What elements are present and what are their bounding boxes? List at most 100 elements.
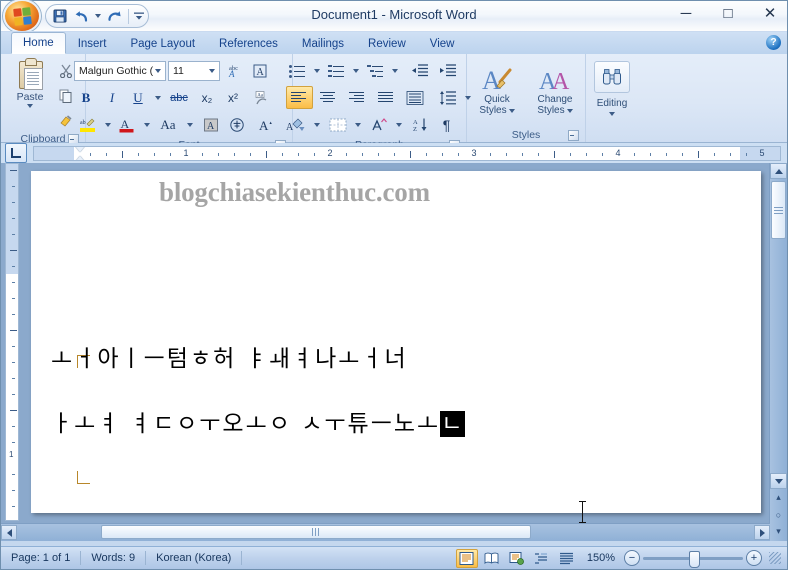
web-layout-view-button[interactable] <box>506 549 528 568</box>
previous-page-button[interactable]: ▴ <box>770 489 787 506</box>
vertical-scroll-thumb[interactable] <box>771 181 786 239</box>
ruler-number-5: 5 <box>759 147 765 158</box>
font-name-combo[interactable]: Malgun Gothic ( <box>74 60 166 81</box>
hanging-indent-marker[interactable] <box>75 155 85 160</box>
clear-formatting-button[interactable]: Aa <box>250 86 274 109</box>
vertical-ruler[interactable]: 1 <box>5 163 19 521</box>
tab-view[interactable]: View <box>418 34 467 54</box>
grow-font-button[interactable]: abc A <box>222 59 246 82</box>
outline-view-button[interactable] <box>531 549 553 568</box>
line-spacing-icon <box>439 90 456 105</box>
change-case-dropdown[interactable] <box>184 113 195 136</box>
maximize-button[interactable]: □ <box>715 3 741 23</box>
text-highlight-button[interactable]: ab <box>74 113 100 136</box>
line-spacing-button[interactable] <box>435 86 461 109</box>
enclose-characters-button[interactable] <box>225 113 249 136</box>
draft-view-button[interactable] <box>556 549 578 568</box>
resize-grip[interactable] <box>769 552 781 564</box>
word-count-status[interactable]: Words: 9 <box>81 549 145 567</box>
ruler-number-4: 4 <box>615 147 621 158</box>
zoom-slider-track[interactable] <box>643 550 743 568</box>
next-page-button[interactable]: ▾ <box>770 523 787 540</box>
font-color-dropdown[interactable] <box>141 113 152 136</box>
horizontal-scroll-thumb[interactable] <box>101 525 531 539</box>
align-left-button[interactable] <box>285 86 313 109</box>
change-case-button[interactable]: Aa <box>154 113 182 136</box>
show-formatting-marks-button[interactable]: ¶ <box>435 113 459 136</box>
font-color-button[interactable]: A <box>115 113 139 136</box>
asian-layout-button[interactable] <box>366 113 392 136</box>
underline-button[interactable]: U <box>126 86 150 109</box>
underline-dropdown[interactable] <box>152 86 163 109</box>
tab-page-layout[interactable]: Page Layout <box>118 34 207 54</box>
strikethrough-button[interactable]: abc <box>165 86 193 109</box>
multilevel-list-button[interactable] <box>364 59 388 82</box>
document-page[interactable]: blogchiasekienthuc.com ㅗㅓ아ㅣㅡ텀ㅎ허 ㅑㅙㅕ나ㅗㅓ너 … <box>31 171 761 523</box>
tab-insert[interactable]: Insert <box>66 34 119 54</box>
increase-font-size-button[interactable]: A <box>254 113 278 136</box>
subscript-button[interactable]: x₂ <box>195 86 219 109</box>
text-shading-button[interactable]: A <box>199 113 223 136</box>
borders-icon <box>329 118 346 131</box>
font-size-combo[interactable]: 11 <box>168 60 220 81</box>
chevron-down-icon <box>104 122 111 127</box>
zoom-level[interactable]: 150% <box>581 552 621 564</box>
tab-home[interactable]: Home <box>11 32 66 54</box>
numbering-button[interactable] <box>325 59 349 82</box>
tab-references[interactable]: References <box>207 34 290 54</box>
paste-button[interactable]: Paste <box>8 57 52 109</box>
horizontal-scrollbar[interactable] <box>1 523 770 541</box>
page-status[interactable]: Page: 1 of 1 <box>1 549 80 567</box>
minimize-button[interactable]: ─ <box>673 3 699 23</box>
change-styles-button[interactable]: A A Change Styles <box>528 61 582 117</box>
multilevel-list-dropdown[interactable] <box>390 59 401 82</box>
close-button[interactable]: ✕ <box>757 3 783 23</box>
borders-button[interactable] <box>325 113 351 136</box>
scroll-right-button[interactable] <box>754 525 770 540</box>
horizontal-ruler[interactable]: 1 2 3 4 5 <box>33 145 781 161</box>
superscript-button[interactable]: x² <box>221 86 245 109</box>
scroll-down-button[interactable] <box>770 473 787 489</box>
align-center-button[interactable] <box>315 86 342 109</box>
editing-button[interactable] <box>594 61 630 93</box>
align-right-button[interactable] <box>344 86 371 109</box>
justify-button[interactable] <box>373 86 400 109</box>
increase-indent-button[interactable] <box>435 59 461 82</box>
vertical-scrollbar[interactable]: ▴ ○ ▾ <box>769 163 787 541</box>
bold-button[interactable]: B <box>74 86 98 109</box>
numbering-dropdown[interactable] <box>351 59 362 82</box>
italic-button[interactable]: I <box>100 86 124 109</box>
scroll-left-button[interactable] <box>1 525 17 540</box>
bullets-button[interactable] <box>286 59 310 82</box>
tab-stop-selector[interactable] <box>5 143 27 163</box>
shrink-font-button[interactable]: A <box>248 59 272 82</box>
help-button[interactable]: ? <box>766 35 781 50</box>
quick-styles-label: Quick Styles <box>479 94 515 116</box>
grip-icon <box>312 528 320 536</box>
text-highlight-dropdown[interactable] <box>102 113 113 136</box>
full-screen-reading-icon <box>484 552 499 564</box>
asian-layout-dropdown[interactable] <box>394 113 405 136</box>
sort-button[interactable]: A Z <box>407 113 433 136</box>
change-case-label: Aa <box>160 117 176 132</box>
zoom-slider-handle[interactable] <box>689 550 700 568</box>
distributed-button[interactable] <box>402 86 429 109</box>
zoom-out-button[interactable]: − <box>624 550 640 566</box>
shading-dropdown[interactable] <box>312 113 323 136</box>
language-status[interactable]: Korean (Korea) <box>146 549 241 567</box>
scroll-up-button[interactable] <box>770 163 787 179</box>
tab-mailings[interactable]: Mailings <box>290 34 356 54</box>
quick-styles-button[interactable]: A Quick Styles <box>470 61 524 117</box>
styles-dialog-launcher[interactable] <box>568 130 579 141</box>
zoom-in-button[interactable]: + <box>746 550 762 566</box>
bullets-dropdown[interactable] <box>312 59 323 82</box>
tab-review[interactable]: Review <box>356 34 418 54</box>
shading-button[interactable] <box>286 113 310 136</box>
select-browse-object-button[interactable]: ○ <box>770 506 787 523</box>
full-screen-reading-view-button[interactable] <box>481 549 503 568</box>
borders-dropdown[interactable] <box>353 113 364 136</box>
chevron-down-icon <box>566 109 573 113</box>
print-layout-view-button[interactable] <box>455 548 478 568</box>
first-line-indent-marker[interactable] <box>75 146 85 152</box>
decrease-indent-button[interactable] <box>407 59 433 82</box>
